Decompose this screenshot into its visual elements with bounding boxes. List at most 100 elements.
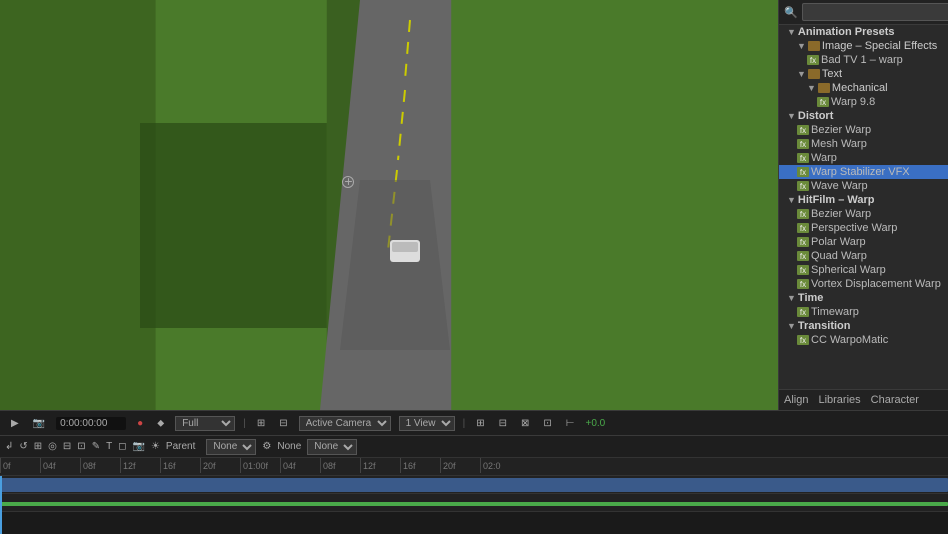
category-hitfilm-warp[interactable]: ▼ HitFilm – Warp [779,193,948,207]
tl-shape[interactable]: ◻ [118,441,126,452]
folder-icon [808,41,820,51]
separator: | [463,418,466,429]
effect-bezier-warp[interactable]: fx Bezier Warp [779,123,948,137]
timecode-display[interactable]: 0:00:00:00 [56,417,126,430]
effect-icon: fx [797,181,809,191]
parent-label: Parent [166,441,195,452]
effect-bad-tv-warp[interactable]: fx Bad TV 1 – warp [779,53,948,67]
view-select[interactable]: 1 View [399,416,455,431]
none-select[interactable]: None [307,439,357,455]
track-bar-green-1[interactable] [0,502,948,506]
effect-wave-warp[interactable]: fx Wave Warp [779,179,948,193]
ruler-mark-16: 16f [160,458,200,473]
effect-icon: fx [797,153,809,163]
grid-btn[interactable]: ⊞ [473,417,487,430]
guide-btn[interactable]: ⊟ [496,417,510,430]
tl-btn-1[interactable]: ↲ [5,441,13,452]
category-distort[interactable]: ▼ Distort [779,109,948,123]
search-bar: 🔍 warp × [779,0,948,25]
effect-hf-polar-warp[interactable]: fx Polar Warp [779,235,948,249]
timeline-toolbar: ↲ ↺ ⊞ ◎ ⊟ ⊡ ✎ T ◻ 📷 ☀ Parent None ⚙ None… [0,436,948,458]
none-label: None [277,441,301,452]
ruler-mark-12: 12f [120,458,160,473]
effect-icon: fx [797,223,809,233]
effect-warp-stabilizer-vfx[interactable]: fx Warp Stabilizer VFX [779,165,948,179]
effect-hf-quad-warp[interactable]: fx Quad Warp [779,249,948,263]
timeline-area: ↲ ↺ ⊞ ◎ ⊟ ⊡ ✎ T ◻ 📷 ☀ Parent None ⚙ None… [0,435,948,534]
ruler-mark-04: 04f [40,458,80,473]
tl-btn-2[interactable]: ↺ [19,441,27,452]
camera-select[interactable]: Active Camera [299,416,391,431]
track-1 [0,476,948,494]
region-btn[interactable]: ⊞ [254,417,268,430]
effect-icon: fx [797,279,809,289]
effect-warp[interactable]: fx Warp [779,151,948,165]
viewer-image [0,0,778,410]
effect-icon: fx [797,265,809,275]
effect-icon: fx [797,167,809,177]
tl-text[interactable]: T [106,441,112,452]
toggle-btn[interactable]: ▶ [8,417,22,430]
folder-image-special-effects[interactable]: ▼ Image – Special Effects [779,39,948,53]
ruler-mark-02: 02:0 [480,458,520,473]
parent-select[interactable]: None [206,439,256,455]
viewer[interactable] [0,0,778,410]
alpha-btn[interactable]: ⊟ [276,417,290,430]
quality-select[interactable]: Full Half Quarter [175,416,235,431]
effect-hf-perspective-warp[interactable]: fx Perspective Warp [779,221,948,235]
tl-selection[interactable]: ⊡ [77,441,85,452]
arrow-icon: ▼ [787,195,796,205]
effect-icon: fx [807,55,819,65]
effect-mesh-warp[interactable]: fx Mesh Warp [779,137,948,151]
effect-icon: fx [797,125,809,135]
effect-hf-vortex-warp[interactable]: fx Vortex Displacement Warp [779,277,948,291]
tl-light[interactable]: ☀ [151,441,160,452]
category-time[interactable]: ▼ Time [779,291,948,305]
tl-btn-3[interactable]: ⊞ [34,441,42,452]
effect-cc-warpomatic[interactable]: fx CC WarpoMatic [779,333,948,347]
tl-btn-5[interactable]: ⊟ [63,441,71,452]
tl-cam[interactable]: 📷 [133,441,145,452]
tl-settings[interactable]: ⚙ [262,441,271,452]
separator: | [243,418,246,429]
effect-hf-bezier-warp[interactable]: fx Bezier Warp [779,207,948,221]
search-icon: 🔍 [784,6,798,19]
folder-mechanical[interactable]: ▼ Mechanical [779,81,948,95]
tab-libraries[interactable]: Libraries [818,392,860,408]
camera-icon[interactable]: 📷 [30,417,48,430]
tab-align[interactable]: Align [784,392,808,408]
snap-btn[interactable]: ⊠ [518,417,532,430]
category-animation-presets[interactable]: ▼ Animation Presets [779,25,948,39]
render-btn[interactable]: ⊡ [540,417,554,430]
ruler-mark-04b: 04f [280,458,320,473]
effect-icon: fx [797,209,809,219]
ruler-mark-16b: 16f [400,458,440,473]
timeline-content: 0f 04f 08f 12f 16f 20f 01:00f 04f 08f 12… [0,458,948,534]
marker-btn[interactable]: ⬥ [154,417,167,430]
ruler-mark-01: 01:00f [240,458,280,473]
tab-character[interactable]: Character [871,392,919,408]
arrow-icon: ▼ [787,293,796,303]
tl-pen[interactable]: ✎ [92,441,100,452]
main-area: 🔍 warp × ▼ Animation Presets ▼ Image – S… [0,0,948,410]
flow-btn[interactable]: ⊢ [563,417,578,430]
ruler-marks: 0f 04f 08f 12f 16f 20f 01:00f 04f 08f 12… [0,458,520,475]
effect-warp-9-8[interactable]: fx Warp 9.8 [779,95,948,109]
playhead[interactable] [0,476,2,534]
offset-display: +0.0 [585,418,605,429]
timeline-tracks [0,476,948,534]
panel-tabs: Align Libraries Character [779,389,948,410]
search-input[interactable]: warp [802,3,948,21]
effect-hf-spherical-warp[interactable]: fx Spherical Warp [779,263,948,277]
tl-btn-4[interactable]: ◎ [48,441,57,452]
record-btn[interactable]: ● [134,417,146,430]
category-transition[interactable]: ▼ Transition [779,319,948,333]
arrow-icon: ▼ [787,111,796,121]
effect-timewarp[interactable]: fx Timewarp [779,305,948,319]
track-bar-1[interactable] [0,478,948,492]
folder-text[interactable]: ▼ Text [779,67,948,81]
effects-panel: 🔍 warp × ▼ Animation Presets ▼ Image – S… [778,0,948,410]
ruler-mark-20b: 20f [440,458,480,473]
effect-icon: fx [817,97,829,107]
arrow-icon: ▼ [787,321,796,331]
